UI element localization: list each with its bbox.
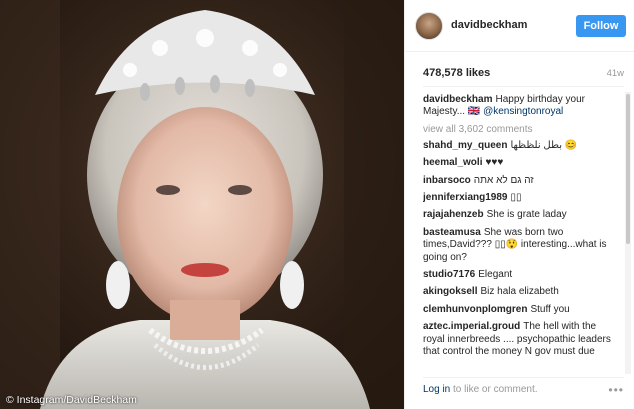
- comment-item: heemal_woli ♥♥♥: [423, 157, 620, 169]
- comment-item: clemhunvonplomgren Stuff you: [423, 304, 620, 316]
- comments-list: davidbeckham Happy birthday your Majesty.…: [423, 94, 620, 375]
- comment-username[interactable]: inbarsoco: [423, 175, 471, 186]
- queen-portrait-image: [0, 0, 404, 409]
- comment-text: Elegant: [478, 269, 513, 281]
- login-link[interactable]: Log in: [423, 384, 450, 395]
- likes-count[interactable]: 478,578 likes: [423, 67, 490, 79]
- caption-username[interactable]: davidbeckham: [423, 94, 492, 105]
- post-sidebar: davidbeckham Follow 478,578 likes 41w da…: [404, 0, 634, 409]
- post-header: davidbeckham Follow: [405, 0, 634, 52]
- comment-username[interactable]: basteamusa: [423, 227, 481, 238]
- comment-item: basteamusa She was born two times,David??…: [423, 227, 620, 264]
- post-age[interactable]: 41w: [607, 68, 624, 79]
- comment-text: She is grate laday: [486, 209, 567, 221]
- comment-username[interactable]: akingoksell: [423, 286, 477, 297]
- post-photo[interactable]: © Instagram/DavidBeckham: [0, 0, 404, 409]
- header-username[interactable]: davidbeckham: [451, 19, 527, 31]
- post-footer: Log in to like or comment. •••: [423, 377, 624, 401]
- comment-item: jenniferxiang1989 ▯▯: [423, 192, 620, 204]
- view-all-comments-link[interactable]: view all 3,602 comments: [423, 124, 620, 135]
- comments-scrollbar[interactable]: [625, 92, 631, 374]
- comment-item: shahd_my_queen بطل نلظظها 😊: [423, 140, 620, 152]
- comment-username[interactable]: jenniferxiang1989: [423, 192, 507, 203]
- comment-username[interactable]: heemal_woli: [423, 157, 482, 168]
- divider: [423, 86, 624, 87]
- comment-text: ▯▯: [510, 192, 522, 204]
- comment-item: studio7176 Elegant: [423, 269, 620, 281]
- comment-username[interactable]: clemhunvonplomgren: [423, 304, 527, 315]
- comment-username[interactable]: studio7176: [423, 269, 475, 280]
- follow-button[interactable]: Follow: [576, 15, 626, 37]
- login-prompt: Log in to like or comment.: [423, 384, 538, 395]
- comment-text: ♥♥♥: [485, 157, 504, 169]
- caption-mention[interactable]: @kensingtonroyal: [483, 106, 563, 117]
- comment-text: بطل نلظظها 😊: [510, 139, 578, 151]
- login-prompt-rest: to like or comment.: [450, 384, 538, 395]
- caption: davidbeckham Happy birthday your Majesty.…: [423, 94, 620, 119]
- comment-username[interactable]: rajajahenzeb: [423, 209, 484, 220]
- comment-text: זה גם לא אתה: [473, 174, 534, 186]
- photo-credit-watermark: © Instagram/DavidBeckham: [6, 394, 137, 406]
- comment-username[interactable]: shahd_my_queen: [423, 140, 507, 151]
- ellipsis-icon[interactable]: •••: [608, 383, 624, 397]
- comment-username[interactable]: aztec.imperial.groud: [423, 321, 520, 332]
- avatar[interactable]: [415, 12, 443, 40]
- comment-item: aztec.imperial.groud The hell with the ro…: [423, 321, 620, 358]
- comment-item: rajajahenzeb She is grate laday: [423, 209, 620, 221]
- comment-item: akingoksell Biz hala elizabeth: [423, 286, 620, 298]
- scrollbar-thumb[interactable]: [626, 94, 630, 244]
- comment-item: inbarsoco זה גם לא אתה: [423, 175, 620, 187]
- likes-row: 478,578 likes 41w: [423, 66, 624, 80]
- comment-text: Biz hala elizabeth: [480, 286, 559, 298]
- comment-text: Stuff you: [530, 303, 570, 315]
